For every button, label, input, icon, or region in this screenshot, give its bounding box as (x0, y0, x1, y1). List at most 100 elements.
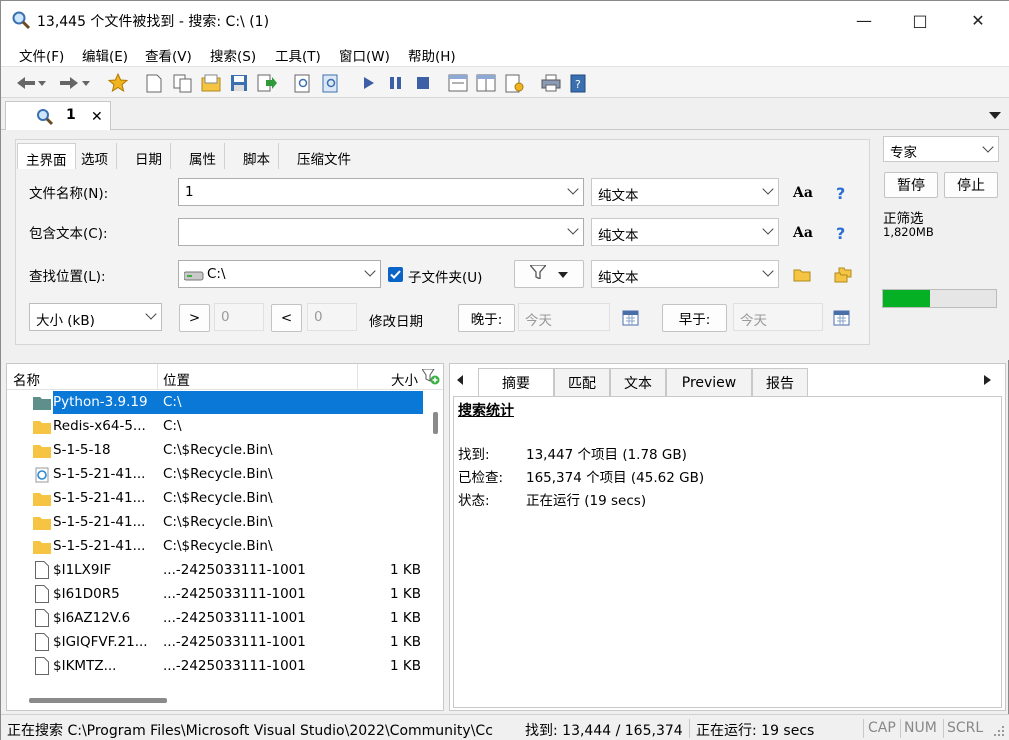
subfolders-checkbox[interactable] (388, 267, 403, 282)
table-row[interactable]: $I1LX9IF ...-2425033111-1001 1 KB (7, 559, 425, 583)
table-row[interactable]: $I6AZ12V.6 ...-2425033111-1001 1 KB (7, 607, 425, 631)
layout-split-icon[interactable] (475, 72, 497, 94)
tab-summary[interactable]: 摘要 (478, 368, 554, 396)
table-row[interactable]: S-1-5-21-41... C:\$Recycle.Bin\ (7, 535, 425, 559)
close-tab-icon[interactable]: ✕ (91, 109, 103, 125)
column-name[interactable]: 名称 (13, 369, 40, 389)
help-book-icon[interactable]: ? (567, 72, 589, 94)
tab-main[interactable]: 主界面 (17, 143, 76, 169)
tab-date[interactable]: 日期 (127, 143, 171, 169)
result-name: S-1-5-21-41... (53, 490, 146, 506)
match-case-icon[interactable]: Aa (793, 185, 813, 201)
close-window-button[interactable]: ✕ (955, 1, 1001, 39)
tab-report[interactable]: 报告 (752, 368, 808, 396)
favorite-star-icon[interactable] (107, 72, 129, 94)
stop-icon[interactable] (412, 72, 434, 94)
table-row[interactable]: $I61D0R5 ...-2425033111-1001 1 KB (7, 583, 425, 607)
filter-button[interactable] (514, 260, 584, 288)
menu-view[interactable]: 查看(V) (145, 45, 192, 65)
filename-mode-select[interactable]: 纯文本 (591, 178, 779, 206)
table-row[interactable]: S-1-5-18 C:\$Recycle.Bin\ (7, 439, 425, 463)
filename-input[interactable]: 1 (178, 178, 584, 206)
location-input[interactable]: C:\ (178, 260, 381, 288)
menu-search[interactable]: 搜索(S) (210, 45, 256, 65)
scrollbar-thumb[interactable] (433, 412, 438, 434)
subfolders-label[interactable]: 子文件夹(U) (408, 266, 482, 286)
contains-mode-select[interactable]: 纯文本 (591, 218, 779, 246)
pause-button[interactable]: 暂停 (884, 172, 938, 198)
open-folder-icon[interactable] (200, 72, 222, 94)
tab-script[interactable]: 脚本 (235, 143, 279, 169)
pause-icon[interactable] (385, 72, 407, 94)
menu-file[interactable]: 文件(F) (19, 45, 64, 65)
mode-select[interactable]: 专家 (883, 136, 999, 162)
table-row[interactable]: S-1-5-21-41... C:\$Recycle.Bin\ (7, 463, 425, 487)
after-date-input[interactable]: 今天 (518, 303, 610, 331)
search-document-icon[interactable] (292, 72, 314, 94)
settings-document-icon[interactable] (504, 72, 526, 94)
new-document-icon[interactable] (143, 72, 165, 94)
size-field-select[interactable]: 大小 (kB) (29, 303, 162, 331)
resize-grip-icon[interactable] (993, 725, 1005, 740)
scroll-left-icon[interactable] (457, 374, 464, 389)
match-case-icon[interactable]: Aa (793, 225, 813, 241)
tab-text[interactable]: 文本 (610, 368, 666, 396)
stop-button[interactable]: 停止 (944, 172, 998, 198)
column-size[interactable]: 大小 (391, 369, 418, 389)
browse-folder-icon[interactable] (793, 268, 811, 286)
tab-matches[interactable]: 匹配 (554, 368, 610, 396)
results-list[interactable]: 名称 位置 大小 Python-3.9.19 C:\ Redis-x64-5... C… (6, 363, 444, 711)
print-icon[interactable] (540, 72, 562, 94)
horizontal-scrollbar[interactable] (7, 692, 431, 710)
layout-panel-icon[interactable] (447, 72, 469, 94)
less-than-button[interactable]: < (271, 304, 302, 332)
back-arrow-icon[interactable] (15, 72, 37, 94)
export-icon[interactable] (256, 72, 278, 94)
add-column-icon[interactable] (421, 368, 440, 389)
table-row[interactable]: Python-3.9.19 C:\ (7, 391, 425, 415)
tab-archive[interactable]: 压缩文件 (289, 143, 359, 169)
table-row[interactable]: $IKMTZ... ...-2425033111-1001 1 KB (7, 655, 425, 679)
tab-options[interactable]: 选项 (73, 143, 117, 169)
vertical-scrollbar[interactable] (431, 392, 441, 692)
back-dropdown-icon[interactable] (37, 72, 47, 94)
table-row[interactable]: S-1-5-21-41... C:\$Recycle.Bin\ (7, 511, 425, 535)
table-row[interactable]: Redis-x64-5... C:\ (7, 415, 425, 439)
minimize-button[interactable]: — (841, 1, 887, 39)
table-row[interactable]: $IGIQFVF.21... ...-2425033111-1001 1 KB (7, 631, 425, 655)
play-icon[interactable] (358, 72, 380, 94)
before-date-input[interactable]: 今天 (733, 303, 823, 331)
help-icon[interactable]: ? (836, 184, 845, 203)
stat-found-label: 找到: (458, 447, 490, 463)
scroll-right-icon[interactable] (984, 374, 991, 389)
document-tab[interactable]: 1 ✕ (5, 101, 111, 131)
result-name: $I6AZ12V.6 (53, 610, 131, 626)
menu-help[interactable]: 帮助(H) (408, 45, 456, 65)
calendar-icon[interactable] (622, 309, 639, 330)
forward-dropdown-icon[interactable] (81, 72, 91, 94)
tab-preview[interactable]: Preview (666, 368, 752, 396)
contains-input[interactable] (178, 218, 584, 246)
menu-edit[interactable]: 编辑(E) (82, 45, 128, 65)
min-size-input[interactable]: 0 (214, 303, 264, 331)
before-button[interactable]: 早于: (662, 304, 727, 332)
max-size-input[interactable]: 0 (307, 303, 357, 331)
scrollbar-thumb[interactable] (29, 698, 167, 703)
maximize-button[interactable]: □ (897, 1, 943, 39)
save-icon[interactable] (228, 72, 250, 94)
menu-tools[interactable]: 工具(T) (275, 45, 321, 65)
calendar-icon[interactable] (833, 309, 850, 330)
location-mode-select[interactable]: 纯文本 (591, 260, 779, 288)
greater-than-button[interactable]: > (179, 304, 210, 332)
forward-arrow-icon[interactable] (58, 72, 80, 94)
tab-list-dropdown-icon[interactable] (989, 109, 1001, 124)
menu-window[interactable]: 窗口(W) (339, 45, 390, 65)
copy-icon[interactable] (172, 72, 194, 94)
column-location[interactable]: 位置 (163, 369, 190, 389)
table-row[interactable]: S-1-5-21-41... C:\$Recycle.Bin\ (7, 487, 425, 511)
after-button[interactable]: 晚于: (458, 304, 515, 332)
help-icon[interactable]: ? (836, 224, 845, 243)
search-results-icon[interactable] (320, 72, 342, 94)
tab-attributes[interactable]: 属性 (181, 143, 225, 169)
multiple-folders-icon[interactable] (834, 267, 852, 287)
